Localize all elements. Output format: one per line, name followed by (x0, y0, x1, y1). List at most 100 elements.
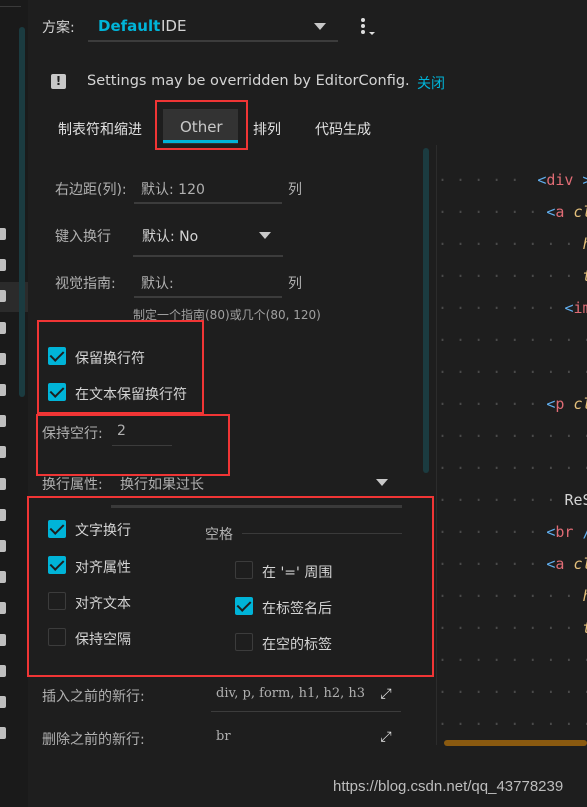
wrap-text-label: 文字换行 (75, 523, 131, 539)
after-tag-name-checkbox[interactable] (235, 597, 253, 615)
align-text-label: 对齐文本 (75, 596, 131, 612)
divider (0, 6, 21, 7)
keep-whitespaces-checkbox[interactable] (48, 628, 66, 646)
keep-line-breaks-checkbox[interactable] (48, 347, 66, 365)
align-text-checkbox[interactable] (48, 592, 66, 610)
code-line: · · · · · · · · · src= (438, 651, 587, 669)
file-icon[interactable] (0, 352, 6, 365)
keep-whitespaces-label: 保持空隔 (75, 632, 131, 648)
remove-newline-before-value: br (216, 729, 231, 744)
remove-newline-before-label: 删除之前的新行: (42, 732, 145, 748)
right-margin-unit: 列 (288, 182, 302, 198)
scheme-name: Default (98, 17, 161, 35)
code-token: > (573, 171, 587, 189)
right-margin-value: 默认: 120 (141, 182, 205, 198)
wrap-attributes-dropdown[interactable]: 换行如果过长 (118, 472, 393, 492)
keep-line-breaks-text-checkbox[interactable] (48, 383, 66, 401)
divider (111, 505, 402, 508)
code-line: · · · · · · · · targe (438, 619, 587, 651)
watermark: https://blog.csdn.net/qq_43778239 (333, 778, 564, 795)
code-line: · · · · · · <a class (438, 203, 587, 235)
scheme-dropdown[interactable]: Default IDE (88, 12, 338, 42)
notice-text: Settings may be overridden by EditorConf… (87, 73, 410, 89)
code-token: img (573, 299, 587, 317)
file-icon[interactable] (0, 696, 6, 708)
wrap-attributes-value: 换行如果过长 (120, 477, 204, 490)
code-token: href= (583, 235, 587, 253)
in-empty-tag-checkbox[interactable] (235, 633, 253, 651)
code-line: · · · · · <div > (438, 171, 587, 203)
insert-newline-before-value: div, p, form, h1, h2, h3 (216, 686, 366, 701)
around-eq-label: 在 '=' 周围 (262, 565, 333, 581)
expand-icon[interactable]: ⤢ (378, 686, 394, 702)
file-icon[interactable] (0, 415, 6, 428)
align-attributes-checkbox[interactable] (48, 556, 66, 574)
divider (242, 533, 402, 534)
visual-guides-input[interactable]: 默认: (134, 266, 282, 298)
insert-newline-before-input[interactable]: div, p, form, h1, h2, h3 (211, 680, 401, 712)
expand-icon[interactable]: ⤢ (378, 729, 394, 745)
file-icon[interactable] (0, 259, 6, 272)
code-line: · · · · · · · · · · · c (438, 331, 587, 349)
keep-blank-lines-input[interactable]: 2 (112, 418, 172, 448)
file-icon[interactable] (0, 228, 6, 240)
wrap-text-checkbox[interactable] (48, 520, 66, 538)
code-line: · · · · · · · · · · · · (438, 427, 587, 445)
code-line: · · · · · · · · · heig (438, 683, 587, 701)
code-token: targe (583, 267, 587, 285)
file-icon[interactable] (0, 571, 6, 584)
file-icon[interactable] (0, 540, 6, 552)
right-margin-input[interactable]: 默认: 120 (134, 172, 282, 204)
file-icon[interactable] (0, 446, 6, 459)
file-icon[interactable] (0, 602, 6, 615)
file-icon[interactable] (0, 477, 6, 490)
tab-arrangement[interactable]: 排列 (253, 119, 281, 139)
file-icon[interactable] (0, 384, 6, 396)
code-line: · · · · · · · · · · · · (438, 459, 587, 477)
left-scrollbar[interactable] (19, 27, 25, 397)
file-icon[interactable] (0, 727, 6, 740)
file-icon[interactable] (0, 508, 6, 521)
chevron-down-icon (314, 23, 326, 30)
chevron-down-icon (259, 232, 271, 239)
code-line: · · · · · · · · · · · r (438, 363, 587, 381)
code-line: · · · · · · · · targe (438, 267, 587, 299)
remove-newline-before-input[interactable]: br (211, 723, 401, 753)
highlight-box (155, 100, 248, 150)
code-line: · · · · · · · ReShar (438, 491, 587, 523)
chevron-down-icon (376, 479, 388, 486)
settings-scrollbar[interactable] (423, 148, 429, 473)
code-token: br (555, 523, 574, 541)
code-token: ReShar (564, 491, 587, 509)
code-line: · · · · · · <a class (438, 555, 587, 587)
scheme-type: IDE (161, 17, 187, 35)
tab-tabs-and-indents[interactable]: 制表符和缩进 (58, 119, 142, 139)
right-margin-label: 右边距(列): (55, 182, 127, 198)
wrap-attributes-label: 换行属性: (42, 477, 103, 490)
code-line: · · · · · · <p class (438, 395, 587, 427)
wrap-on-typing-label: 键入换行 (55, 229, 111, 245)
exclamation-icon: ! (51, 74, 66, 89)
file-icon[interactable] (0, 290, 6, 303)
keep-line-breaks-label: 保留换行符 (75, 351, 145, 367)
code-line: · · · · · · · · href= (438, 587, 587, 619)
around-eq-checkbox[interactable] (235, 561, 253, 579)
tab-code-generation[interactable]: 代码生成 (315, 119, 371, 139)
dropdown-underline (88, 40, 338, 42)
code-line: · · · · · · <br /> (438, 523, 587, 555)
spaces-heading: 空格 (205, 527, 233, 543)
code-token: targe (583, 619, 587, 637)
file-icon[interactable] (0, 633, 6, 646)
in-empty-tag-label: 在空的标签 (262, 637, 332, 653)
wrap-on-typing-value: 默认: No (142, 229, 199, 245)
code-line: · · · · · · · <img s (438, 299, 587, 331)
preview-horizontal-scrollbar[interactable] (444, 740, 587, 746)
file-icon[interactable] (0, 321, 6, 334)
vertical-ellipsis-icon[interactable] (358, 16, 378, 38)
code-token: /> (573, 523, 587, 541)
notice-close-link[interactable]: 关闭 (417, 73, 445, 93)
keep-blank-lines-value: 2 (117, 423, 126, 439)
code-token: href= (583, 587, 587, 605)
file-icon[interactable] (0, 664, 6, 677)
wrap-on-typing-dropdown[interactable]: 默认: No (133, 219, 283, 257)
